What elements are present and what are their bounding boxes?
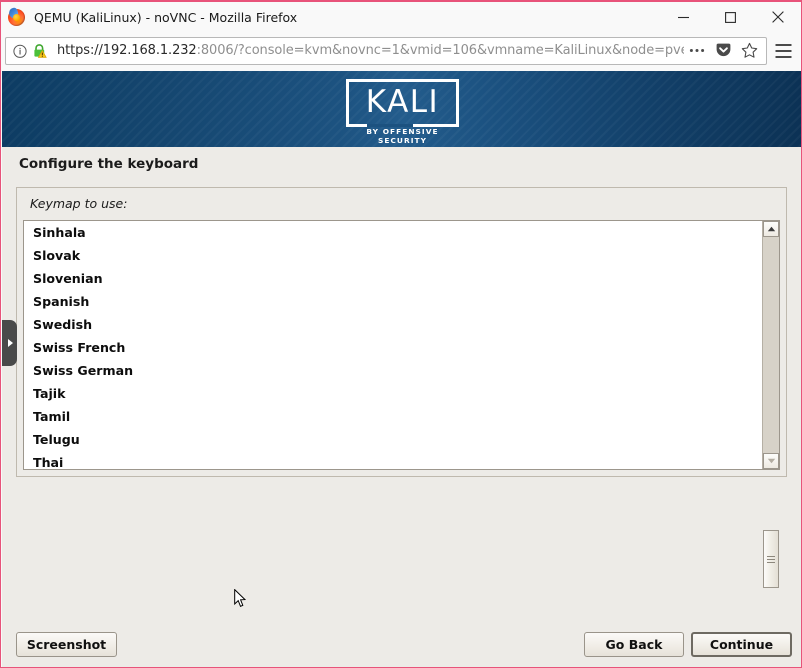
list-item[interactable]: Spanish <box>24 290 762 313</box>
kali-logo-word: KALI <box>365 84 440 120</box>
scroll-down-arrow-icon[interactable] <box>763 453 779 469</box>
go-back-button[interactable]: Go Back <box>584 632 684 657</box>
debian-installer-body: Configure the keyboard Keymap to use: Si… <box>2 147 801 667</box>
url-path: :8006/?console=kvm&novnc=1&vmid=106&vmna… <box>196 43 684 58</box>
kali-logo-tagline: BY OFFENSIVE SECURITY <box>366 127 439 145</box>
firefox-window: QEMU (KaliLinux) - noVNC - Mozilla Firef… <box>0 0 802 668</box>
list-item[interactable]: Tamil <box>24 405 762 428</box>
list-item[interactable]: Slovenian <box>24 267 762 290</box>
url-host: https://192.168.1.232 <box>57 43 197 58</box>
list-item[interactable]: Swiss French <box>24 336 762 359</box>
window-controls <box>660 2 801 32</box>
scrollbar-grip <box>767 554 775 565</box>
continue-button[interactable]: Continue <box>691 632 792 657</box>
kali-logo-icon: KALI BY OFFENSIVE SECURITY <box>346 79 459 145</box>
minimize-button[interactable] <box>660 2 707 32</box>
firefox-logo-icon <box>8 8 25 26</box>
title-bar: QEMU (KaliLinux) - noVNC - Mozilla Firef… <box>1 2 801 32</box>
lock-warning-icon[interactable] <box>31 43 47 59</box>
info-circle-icon[interactable] <box>12 43 28 59</box>
maximize-button[interactable] <box>707 2 754 32</box>
window-title: QEMU (KaliLinux) - noVNC - Mozilla Firef… <box>34 9 298 25</box>
page-title: Configure the keyboard <box>19 156 199 172</box>
pocket-icon[interactable] <box>710 38 736 64</box>
list-item[interactable]: Sinhala <box>24 221 762 244</box>
keymap-list-container: Sinhala Slovak Slovenian Spanish Swedish Swis… <box>23 220 780 588</box>
keymap-listbox[interactable]: Sinhala Slovak Slovenian Spanish Swedish Swis… <box>24 221 762 469</box>
list-item[interactable]: Slovak <box>24 244 762 267</box>
scroll-up-arrow-icon[interactable] <box>763 221 779 237</box>
hamburger-menu-icon[interactable] <box>767 34 799 68</box>
url-bar[interactable]: https://192.168.1.232:8006/?console=kvm&… <box>5 36 767 65</box>
kali-banner: KALI BY OFFENSIVE SECURITY <box>2 71 801 147</box>
keymap-scrollbar[interactable] <box>762 221 779 588</box>
list-item[interactable]: Swedish <box>24 313 762 336</box>
chevron-right-icon <box>8 339 13 347</box>
scrollbar-trough[interactable] <box>763 237 779 588</box>
list-item[interactable]: Swiss German <box>24 359 762 382</box>
screenshot-button[interactable]: Screenshot <box>16 632 117 657</box>
novnc-canvas[interactable]: KALI BY OFFENSIVE SECURITY Configure the… <box>2 71 801 667</box>
ellipsis-icon[interactable] <box>684 38 710 64</box>
star-icon[interactable] <box>736 38 762 64</box>
list-item[interactable]: Thai <box>24 451 762 469</box>
list-item[interactable]: Tajik <box>24 382 762 405</box>
keymap-group-label: Keymap to use: <box>30 196 128 211</box>
close-button[interactable] <box>754 2 801 32</box>
url-text[interactable]: https://192.168.1.232:8006/?console=kvm&… <box>49 43 684 58</box>
novnc-control-tab[interactable] <box>2 320 17 366</box>
navigation-toolbar: https://192.168.1.232:8006/?console=kvm&… <box>1 32 801 69</box>
keymap-group-frame: Keymap to use: Sinhala Slovak Slovenian Spa… <box>16 187 787 588</box>
scrollbar-thumb[interactable] <box>763 530 779 588</box>
list-item[interactable]: Telugu <box>24 428 762 451</box>
